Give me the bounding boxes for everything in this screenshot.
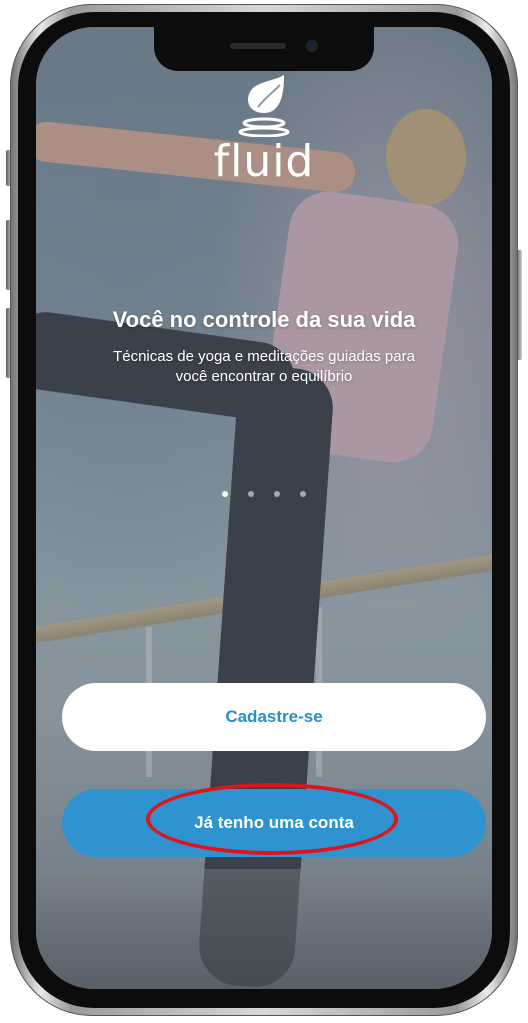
speaker-grille: [230, 43, 286, 49]
leaf-icon: [238, 75, 290, 137]
app-logo: fluid: [36, 73, 492, 187]
register-button-label: Cadastre-se: [225, 707, 323, 726]
notch: [154, 27, 374, 71]
front-camera: [306, 40, 318, 52]
stage: fluid Você no controle da sua vida Técni…: [0, 0, 528, 1023]
onboarding-headline: Você no controle da sua vida: [112, 307, 416, 332]
page-dot-4[interactable]: [300, 491, 306, 497]
register-button[interactable]: Cadastre-se: [62, 683, 486, 751]
onboarding-subtitle: Técnicas de yoga e meditações guiadas pa…: [113, 348, 415, 385]
page-dot-2[interactable]: [248, 491, 254, 497]
logo-text: fluid: [213, 136, 315, 187]
page-dot-1[interactable]: [222, 491, 228, 497]
login-button-label: Já tenho uma conta: [194, 813, 354, 832]
page-dot-3[interactable]: [274, 491, 280, 497]
login-button[interactable]: Já tenho uma conta: [62, 789, 486, 857]
app-screen: fluid Você no controle da sua vida Técni…: [36, 27, 492, 989]
page-indicator: [36, 491, 492, 497]
